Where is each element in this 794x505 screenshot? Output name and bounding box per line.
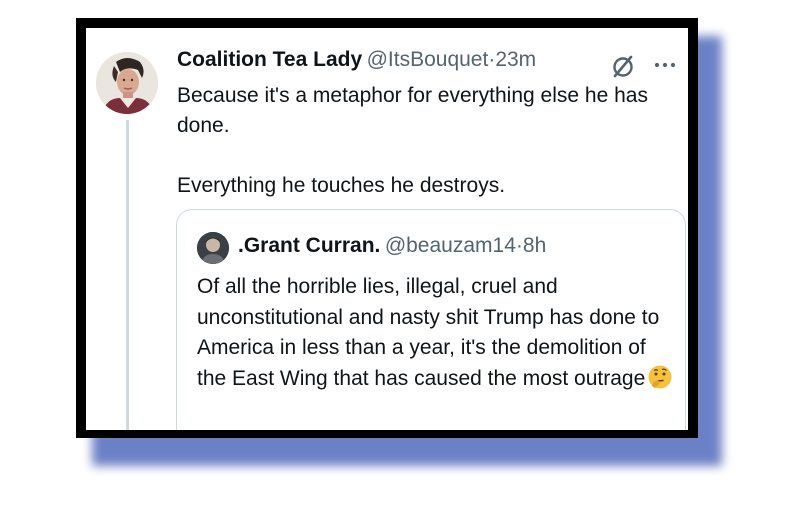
quote-text-body: Of all the horrible lies, illegal, cruel… (197, 275, 660, 390)
quote-time[interactable]: 8h (523, 234, 546, 257)
avatar[interactable] (96, 52, 158, 114)
tweet-card: Coalition Tea Lady @ItsBouquet·23m Becau… (86, 28, 688, 430)
quote-author-handle[interactable]: @beauzam14 (385, 234, 516, 257)
quote-header: .Grant Curran. @beauzam14·8h (238, 234, 546, 258)
tweet-text-line-2: Everything he touches he destroys. (177, 174, 506, 197)
thread-line (126, 120, 129, 430)
avatar-image (96, 52, 158, 114)
quoted-tweet[interactable]: .Grant Curran. @beauzam14·8h Of all the … (176, 209, 686, 430)
quote-author-name[interactable]: .Grant Curran. (238, 234, 380, 257)
more-options-icon[interactable] (652, 51, 678, 77)
tweet-text-line-1: Because it's a metaphor for everything e… (177, 84, 648, 137)
author-name[interactable]: Coalition Tea Lady (177, 48, 362, 71)
quote-text: Of all the horrible lies, illegal, cruel… (197, 272, 679, 394)
grok-icon[interactable] (610, 53, 636, 79)
quote-avatar-image (197, 232, 229, 264)
tweet-text: Because it's a metaphor for everything e… (177, 81, 677, 201)
quote-separator-dot: · (515, 234, 523, 257)
quote-avatar[interactable] (197, 232, 229, 264)
tweet-header: Coalition Tea Lady @ItsBouquet·23m (177, 48, 682, 78)
author-handle[interactable]: @ItsBouquet (367, 48, 489, 71)
tweet-time[interactable]: 23m (495, 48, 536, 71)
thinking-face-emoji (648, 365, 672, 388)
